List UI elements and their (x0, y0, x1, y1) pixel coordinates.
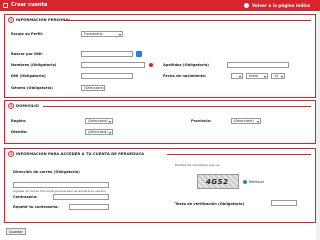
section-title: INFORMACIÓN PERSONAL (16, 17, 71, 23)
district-value: (Seleccione) (88, 130, 108, 134)
captcha-label: Escriba los caracteres que ve: (175, 163, 221, 167)
email-input[interactable] (13, 182, 109, 188)
chevron-down-icon (108, 120, 111, 123)
gender-label: Género (Obligatorio) (11, 86, 53, 90)
email-label: Dirección de correo (Obligatorio) (13, 170, 80, 174)
chevron-down-icon (118, 33, 121, 36)
chevron-down-icon (256, 120, 259, 123)
header-rule (43, 106, 311, 107)
back-link[interactable]: Volver a la página índice (252, 3, 310, 8)
birth-day-select[interactable]: 14 (271, 73, 285, 79)
profile-label: Escoja su Perfil: (11, 32, 44, 36)
names-label: Nombres (Obligatorio) (11, 63, 57, 67)
province-label: Provincia: (191, 119, 212, 123)
region-value: (Seleccione) (88, 119, 108, 123)
back-icon[interactable] (244, 3, 249, 8)
district-select[interactable]: (Seleccione) (85, 129, 113, 135)
chevron-down-icon (263, 75, 266, 78)
section-number: 3 (8, 150, 14, 157)
chevron-down-icon (108, 131, 111, 134)
repeat-password-input[interactable] (69, 204, 109, 210)
password-label: Contraseña: (13, 195, 38, 199)
top-bar: Crear cuenta Volver a la página índice (0, 0, 320, 11)
names-input[interactable] (81, 62, 145, 68)
personal-info-panel: 1 INFORMACIÓN PERSONAL Escoja su Perfil:… (4, 14, 316, 98)
province-value: (Seleccione) (234, 119, 254, 123)
home-icon (3, 3, 8, 8)
province-select[interactable]: (Seleccione) (231, 118, 261, 124)
gender-value: (Seleccione) (84, 86, 104, 90)
section-title: INFORMACIÓN PARA ACCEDER A TU CUENTA DE … (16, 151, 145, 157)
profile-value: Funcionario (84, 32, 103, 36)
password-input[interactable] (53, 194, 109, 200)
header-rule (65, 20, 311, 21)
region-select[interactable]: (Seleccione) (85, 118, 113, 124)
account-access-panel: 3 INFORMACIÓN PARA ACCEDER A TU CUENTA D… (4, 148, 316, 223)
email-hint: Ingrese un correo funcional porque aquí … (13, 189, 107, 193)
section-title: DOMICILIO (16, 103, 39, 109)
captcha-image: 4GS2 (197, 174, 239, 189)
save-button[interactable]: Guardar (6, 228, 26, 235)
section-number: 1 (8, 16, 14, 23)
page-title: Crear cuenta (11, 2, 48, 8)
required-icon (149, 63, 153, 67)
dni-input[interactable] (81, 73, 133, 79)
region-label: Región: (11, 119, 27, 123)
captcha-text: 4GS2 (206, 178, 229, 186)
search-icon[interactable] (136, 51, 142, 57)
verification-input[interactable] (271, 200, 297, 206)
refresh-link[interactable]: Refrescar (249, 180, 264, 184)
chevron-down-icon (280, 75, 283, 78)
panel-header: 3 INFORMACIÓN PARA ACCEDER A TU CUENTA D… (5, 149, 315, 158)
birth-year-select[interactable] (231, 73, 243, 79)
birth-label: Fecha de nacimiento: (163, 74, 207, 78)
address-panel: 2 DOMICILIO Región: (Seleccione) Provinc… (4, 100, 316, 144)
dni-label: DNI (Obligatorio) (11, 74, 46, 78)
district-label: Distrito: (11, 130, 28, 134)
chevron-down-icon (238, 75, 241, 78)
repeat-password-label: Repetir tu contraseña: (13, 205, 59, 209)
refresh-icon[interactable] (243, 180, 247, 184)
surnames-label: Apellidos (Obligatorio) (163, 63, 209, 67)
panel-header: 2 DOMICILIO (5, 101, 315, 110)
panel-header: 1 INFORMACIÓN PERSONAL (5, 15, 315, 24)
gender-select[interactable]: (Seleccione) (81, 85, 105, 91)
birth-day-value: 14 (274, 74, 279, 78)
search-dni-input[interactable] (81, 51, 133, 57)
section-number: 2 (8, 102, 14, 109)
header-rule (167, 154, 311, 155)
scrollbar[interactable] (316, 11, 320, 240)
verification-label: Texto de verificación (Obligatorio) (175, 202, 245, 206)
surnames-input[interactable] (227, 62, 289, 68)
search-dni-label: Buscar por DNI: (11, 52, 43, 56)
birth-month-value: enero (249, 74, 259, 78)
profile-select[interactable]: Funcionario (81, 31, 123, 37)
birth-month-select[interactable]: enero (246, 73, 268, 79)
